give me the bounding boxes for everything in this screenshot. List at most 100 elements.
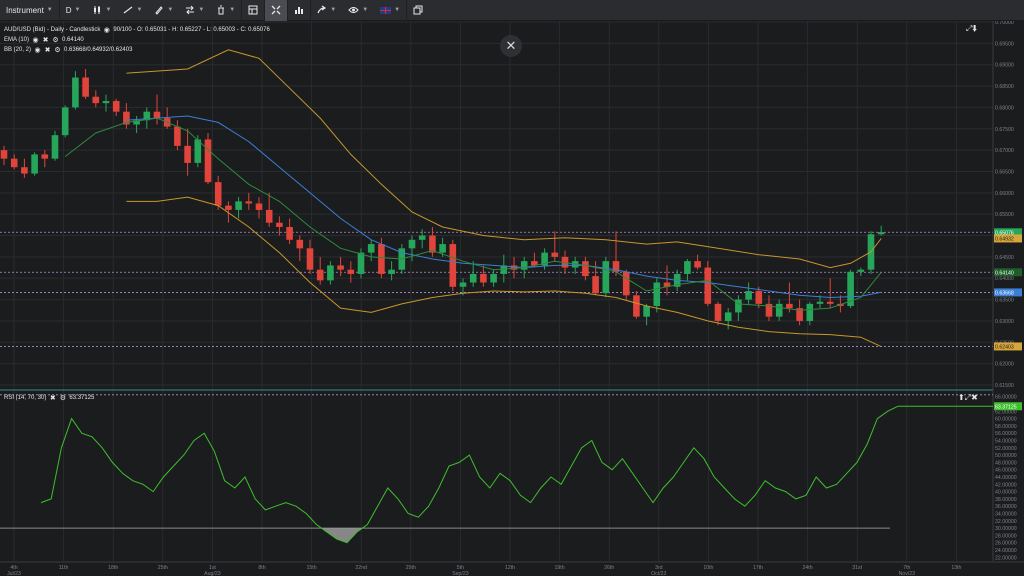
eye-icon[interactable]: ◉ bbox=[34, 46, 41, 54]
candle-body bbox=[347, 269, 355, 274]
rsi-tick-label: 52.00000 bbox=[995, 446, 1017, 452]
gear-icon[interactable]: ⚙ bbox=[54, 46, 61, 54]
snapshot-button[interactable] bbox=[407, 0, 429, 21]
visibility-button[interactable]: ▼ bbox=[342, 0, 374, 21]
chart-type-button[interactable]: ▼ bbox=[86, 0, 117, 21]
stats-button[interactable] bbox=[288, 0, 310, 21]
share-icon bbox=[317, 5, 327, 14]
rsi-tick-label: 48.00000 bbox=[995, 460, 1017, 466]
candle-body bbox=[357, 252, 365, 274]
chart-workspace: 0.70000 0.69500 0.69000 0.68500 0.68000 0.675… bbox=[0, 21, 1024, 576]
close-icon[interactable]: ✖ bbox=[49, 394, 56, 402]
rsi-tick-label: 58.00000 bbox=[995, 424, 1017, 430]
toolbar: Instrument ▼ D ▼ ▼ ▼ ▼ ▼ ▼ ▼ ▼ ▼ bbox=[0, 0, 1024, 21]
time-month-label: Oct/23 bbox=[651, 571, 666, 576]
rsi-tick-label: 54.00000 bbox=[995, 438, 1017, 444]
close-icon[interactable]: ✖ bbox=[44, 46, 51, 54]
uk-flag-icon bbox=[380, 6, 392, 14]
candle-body bbox=[367, 244, 375, 253]
chart-canvas[interactable]: 0.70000 0.69500 0.69000 0.68500 0.68000 0.675… bbox=[0, 21, 1024, 576]
rsi-pane-controls-icon[interactable]: ⬆⤢✖ bbox=[958, 393, 978, 403]
candle-body bbox=[194, 139, 202, 163]
rsi-tag-label: 63.37125 bbox=[995, 404, 1017, 410]
time-month-label: Nov/23 bbox=[899, 571, 916, 576]
close-icon[interactable]: ✖ bbox=[42, 36, 49, 44]
rsi-legend: RSI (14, 70, 30) ✖ ⚙ 63.37125 bbox=[4, 394, 95, 402]
time-tick-label: 8th bbox=[258, 565, 265, 571]
fit-screen-button[interactable] bbox=[265, 0, 288, 21]
candle-body bbox=[877, 232, 885, 235]
candle-body bbox=[21, 167, 28, 174]
rsi-line bbox=[40, 405, 899, 544]
candle-body bbox=[602, 261, 610, 294]
rsi-tick-label: 32.00000 bbox=[995, 519, 1017, 525]
trash-icon bbox=[218, 5, 225, 15]
delete-button[interactable]: ▼ bbox=[210, 0, 241, 21]
candle-body bbox=[276, 222, 283, 227]
candle-body bbox=[490, 273, 497, 283]
candle-body bbox=[61, 107, 69, 136]
rsi-tick-label: 30.00000 bbox=[995, 526, 1017, 532]
rsi-tick-label: 26.00000 bbox=[995, 541, 1017, 547]
candle-body bbox=[51, 135, 59, 159]
maximize-pane-icon[interactable]: ⤢⬇ bbox=[966, 24, 977, 34]
timeframe-menu[interactable]: D ▼ bbox=[60, 0, 87, 21]
gear-icon[interactable]: ⚙ bbox=[59, 394, 66, 402]
price-tick-label: 0.67500 bbox=[995, 127, 1014, 133]
instrument-title: AUD/USD (Bid) - Daily - Candlestick bbox=[4, 26, 101, 33]
candle-body bbox=[459, 282, 467, 287]
time-month-label: Sep/23 bbox=[452, 571, 469, 576]
compare-icon bbox=[186, 5, 195, 15]
ema-value: 0.64140 bbox=[62, 36, 84, 43]
chevron-down-icon: ▼ bbox=[198, 7, 205, 13]
close-panel-button[interactable]: ✕ bbox=[500, 35, 522, 57]
price-tick-label: 0.64500 bbox=[995, 255, 1014, 261]
draw-tool-button[interactable]: ▼ bbox=[148, 0, 179, 21]
bar-stats-icon bbox=[295, 7, 304, 14]
eye-icon[interactable]: ◉ bbox=[103, 26, 110, 34]
instrument-menu[interactable]: Instrument ▼ bbox=[0, 0, 59, 21]
candle-body bbox=[10, 158, 18, 168]
rsi-tick-label: 56.00000 bbox=[995, 431, 1017, 437]
line-tool-button[interactable]: ▼ bbox=[117, 0, 148, 21]
compare-button[interactable]: ▼ bbox=[179, 0, 210, 21]
candle-body bbox=[184, 145, 191, 163]
layout-button[interactable] bbox=[242, 0, 264, 21]
candle-body bbox=[337, 265, 344, 270]
ohlc-readout: 90/100 - O: 0.65031 - H: 0.65227 - L: 0.… bbox=[113, 26, 270, 33]
gear-icon[interactable]: ⚙ bbox=[52, 36, 59, 44]
ema-legend: EMA (10) ◉ ✖ ⚙ 0.64140 bbox=[4, 36, 84, 44]
chevron-down-icon: ▼ bbox=[136, 7, 143, 13]
rsi-value: 63.37125 bbox=[69, 394, 95, 401]
candle-body bbox=[816, 301, 824, 304]
layout-icon bbox=[248, 5, 258, 15]
price-tick-label: 0.65500 bbox=[995, 212, 1014, 218]
time-month-label: Jul/23 bbox=[7, 571, 21, 576]
candle-body bbox=[255, 203, 263, 210]
bb-legend: BB (20, 2) ◉ ✖ ⚙ 0.63668/0.64932/0.62403 bbox=[4, 46, 132, 54]
bb-upper-line bbox=[126, 49, 882, 269]
eye-icon[interactable]: ◉ bbox=[32, 36, 39, 44]
candle-body bbox=[0, 150, 8, 159]
rsi-tick-label: 44.00000 bbox=[995, 475, 1017, 481]
candle-body bbox=[235, 201, 242, 210]
candle-body bbox=[480, 273, 487, 283]
rsi-tick-label: 24.00000 bbox=[995, 548, 1017, 554]
bb-label: BB (20, 2) bbox=[4, 46, 32, 53]
time-tick-label: 24th bbox=[803, 565, 813, 571]
rsi-tick-label: 40.00000 bbox=[995, 490, 1017, 496]
language-button[interactable]: ▼ bbox=[374, 0, 406, 21]
chevron-down-icon: ▼ bbox=[105, 7, 112, 13]
pencil-icon bbox=[155, 6, 164, 15]
share-button[interactable]: ▼ bbox=[311, 0, 342, 21]
price-tick-label: 0.68500 bbox=[995, 84, 1014, 90]
candlestick-icon bbox=[94, 6, 101, 14]
rsi-tick-label: 34.00000 bbox=[995, 512, 1017, 518]
candle-body bbox=[724, 312, 732, 321]
price-tick-label: 0.68000 bbox=[995, 105, 1014, 111]
candle-body bbox=[153, 111, 161, 119]
eye-icon bbox=[348, 7, 359, 13]
price-tick-label: 0.69000 bbox=[995, 63, 1014, 69]
candle-body bbox=[469, 273, 477, 283]
price-tick-label: 0.69500 bbox=[995, 41, 1014, 47]
